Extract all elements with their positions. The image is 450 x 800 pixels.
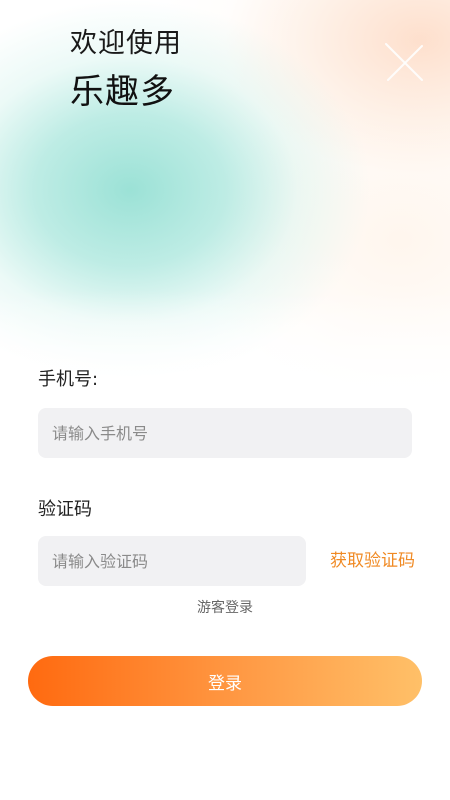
login-button[interactable]: 登录 — [28, 656, 422, 706]
phone-label: 手机号: — [38, 369, 99, 390]
guest-login-link[interactable]: 游客登录 — [0, 598, 450, 618]
app-name: 乐趣多 — [70, 72, 175, 112]
sparkle-icon — [385, 43, 423, 81]
code-input[interactable] — [38, 536, 306, 586]
get-code-button[interactable]: 获取验证码 — [330, 548, 415, 574]
code-label: 验证码 — [38, 499, 92, 520]
phone-input[interactable] — [38, 408, 412, 458]
welcome-text: 欢迎使用 — [70, 28, 182, 59]
